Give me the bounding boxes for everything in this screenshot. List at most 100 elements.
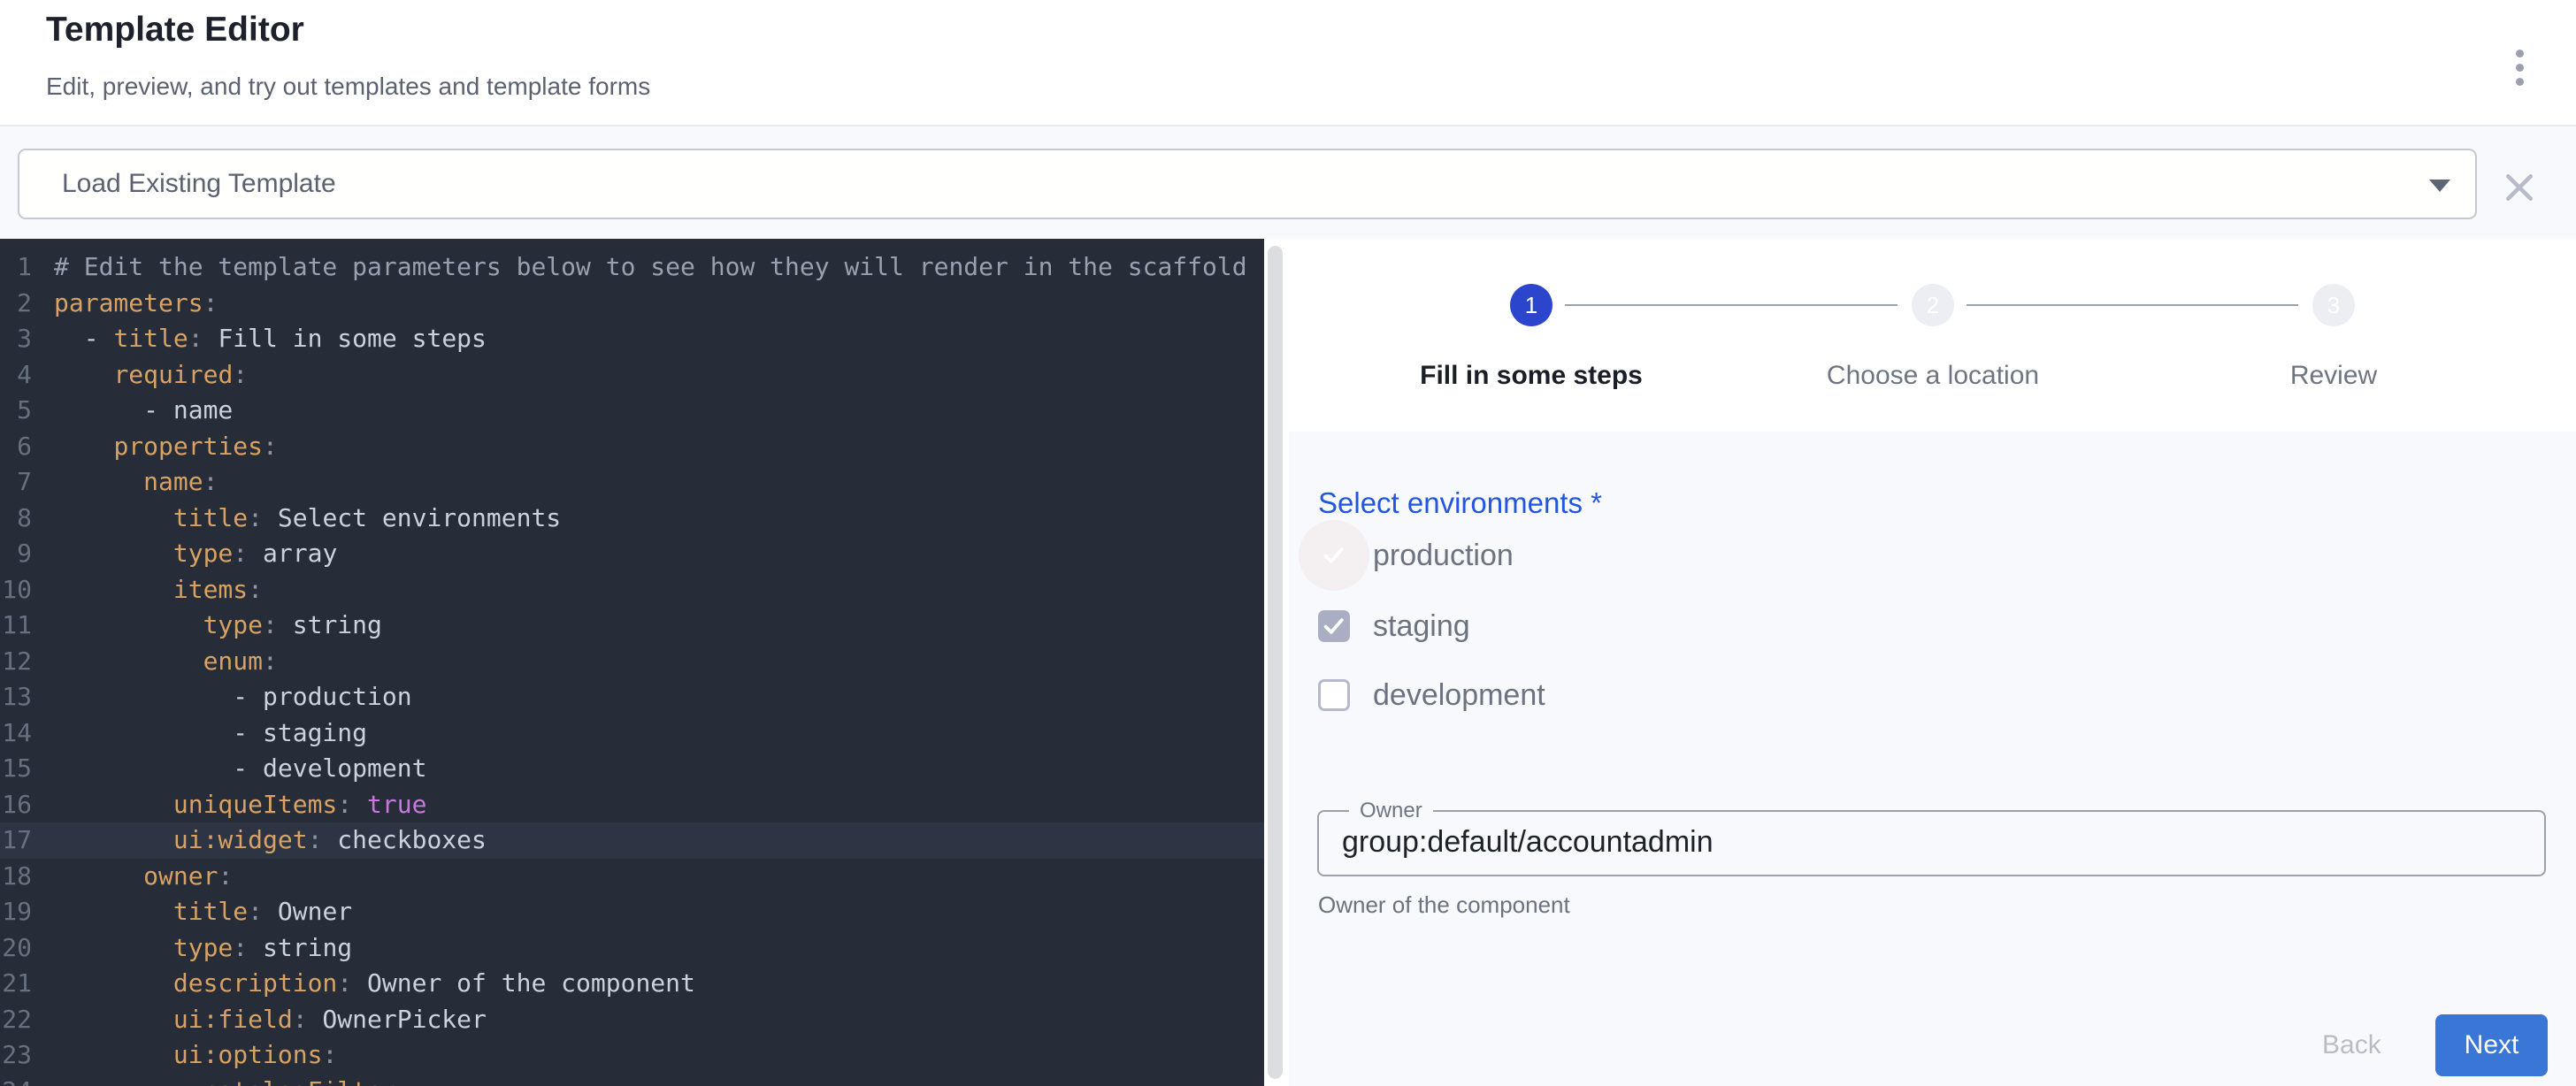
line-number: 3 [0, 321, 32, 357]
code-text: catalogFilter: [32, 1074, 412, 1086]
checkbox-row-development: development [1318, 679, 1545, 711]
line-number: 14 [0, 715, 32, 752]
code-line: 1# Edit the template parameters below to… [0, 249, 1264, 286]
checkbox-staging[interactable] [1318, 610, 1350, 642]
load-existing-template-select[interactable]: Load Existing Template [18, 149, 2477, 219]
code-line: 16 uniqueItems: true [0, 787, 1264, 823]
step-form: Select environments * production staging d… [1289, 432, 2576, 1086]
line-number: 20 [0, 930, 32, 967]
code-text: ui:field: OwnerPicker [32, 1002, 487, 1038]
code-text: title: Select environments [32, 501, 561, 537]
code-text: title: Owner [32, 894, 352, 930]
checkbox-production[interactable] [1318, 539, 1350, 571]
line-number: 11 [0, 608, 32, 644]
code-text: uniqueItems: true [32, 787, 426, 823]
code-line: 15 - development [0, 751, 1264, 787]
code-line: 8 title: Select environments [0, 501, 1264, 537]
code-line: 14 - staging [0, 715, 1264, 752]
line-number: 13 [0, 679, 32, 715]
code-text: type: string [32, 608, 382, 644]
checkbox-row-staging: staging [1318, 610, 1470, 642]
step-label-3: Review [2290, 361, 2377, 391]
code-text: items: [32, 572, 263, 608]
code-line: 21 description: Owner of the component [0, 966, 1264, 1002]
code-text: ui:widget: checkboxes [32, 822, 487, 859]
code-text: parameters: [32, 286, 218, 322]
code-text: type: array [32, 536, 337, 572]
code-text: description: Owner of the component [32, 966, 695, 1002]
code-line: 10 items: [0, 572, 1264, 608]
stepper: 1Fill in some steps2Choose a location3Re… [1289, 239, 2576, 432]
line-number: 22 [0, 1002, 32, 1038]
line-number: 18 [0, 859, 32, 895]
close-icon[interactable] [2502, 171, 2537, 206]
code-line: 24 catalogFilter: [0, 1074, 1264, 1086]
step-label-1: Fill in some steps [1420, 361, 1643, 391]
kebab-menu-icon[interactable] [2498, 39, 2541, 96]
line-number: 10 [0, 572, 32, 608]
code-text: # Edit the template parameters below to … [32, 249, 1247, 286]
checkbox-row-production: production [1318, 539, 1514, 571]
select-environments-label: Select environments * [1318, 486, 1602, 520]
code-text: required: [32, 357, 248, 394]
code-line: 18 owner: [0, 859, 1264, 895]
owner-input[interactable] [1337, 823, 2501, 860]
code-text: ui:options: [32, 1037, 337, 1074]
page-subtitle: Edit, preview, and try out templates and… [46, 73, 650, 101]
checkbox-label-development[interactable]: development [1373, 678, 1545, 713]
code-line: 23 ui:options: [0, 1037, 1264, 1074]
line-number: 19 [0, 894, 32, 930]
code-line: 7 name: [0, 464, 1264, 501]
code-line: 5 - name [0, 393, 1264, 429]
step-label-2: Choose a location [1827, 361, 2039, 391]
line-number: 12 [0, 644, 32, 680]
page-title: Template Editor [46, 11, 304, 50]
code-text: - title: Fill in some steps [32, 321, 487, 357]
code-line: 4 required: [0, 357, 1264, 394]
chevron-down-icon [2429, 180, 2450, 192]
checkbox-development[interactable] [1318, 679, 1350, 711]
step-connector [1565, 304, 1898, 306]
line-number: 24 [0, 1074, 32, 1086]
checkbox-label-staging[interactable]: staging [1373, 609, 1470, 644]
code-line: 17 ui:widget: checkboxes [0, 822, 1264, 859]
line-number: 21 [0, 966, 32, 1002]
checkbox-label-production[interactable]: production [1373, 539, 1514, 573]
code-line: 2parameters: [0, 286, 1264, 322]
line-number: 2 [0, 286, 32, 322]
step-circle-1: 1 [1510, 284, 1552, 326]
line-number: 5 [0, 393, 32, 429]
line-number: 8 [0, 501, 32, 537]
code-text: - staging [32, 715, 367, 752]
line-number: 9 [0, 536, 32, 572]
line-number: 7 [0, 464, 32, 501]
page-header: Template Editor Edit, preview, and try o… [0, 0, 2576, 126]
code-line: 22 ui:field: OwnerPicker [0, 1002, 1264, 1038]
step-connector [1966, 304, 2298, 306]
line-number: 15 [0, 751, 32, 787]
yaml-code-editor[interactable]: 1# Edit the template parameters below to… [0, 239, 1264, 1086]
line-number: 6 [0, 429, 32, 465]
select-value: Load Existing Template [62, 169, 336, 199]
editor-scrollbar-thumb[interactable] [1268, 246, 1283, 1079]
line-number: 4 [0, 357, 32, 394]
code-text: - name [32, 393, 233, 429]
owner-field-label: Owner [1349, 799, 1433, 823]
next-button[interactable]: Next [2435, 1014, 2548, 1076]
step-circle-3: 3 [2312, 284, 2355, 326]
template-preview-panel: 1Fill in some steps2Choose a location3Re… [1289, 239, 2576, 1086]
code-line: 19 title: Owner [0, 894, 1264, 930]
code-line: 20 type: string [0, 930, 1264, 967]
back-button[interactable]: Back [2287, 1014, 2417, 1076]
code-line: 11 type: string [0, 608, 1264, 644]
code-line: 12 enum: [0, 644, 1264, 680]
code-text: type: string [32, 930, 352, 967]
code-text: - production [32, 679, 412, 715]
line-number: 16 [0, 787, 32, 823]
line-number: 17 [0, 822, 32, 859]
code-line: 13 - production [0, 679, 1264, 715]
owner-field: Owner [1317, 799, 2546, 876]
code-text: properties: [32, 429, 278, 465]
code-lines: 1# Edit the template parameters below to… [0, 249, 1264, 1086]
load-template-toolbar: Load Existing Template [0, 126, 2576, 239]
